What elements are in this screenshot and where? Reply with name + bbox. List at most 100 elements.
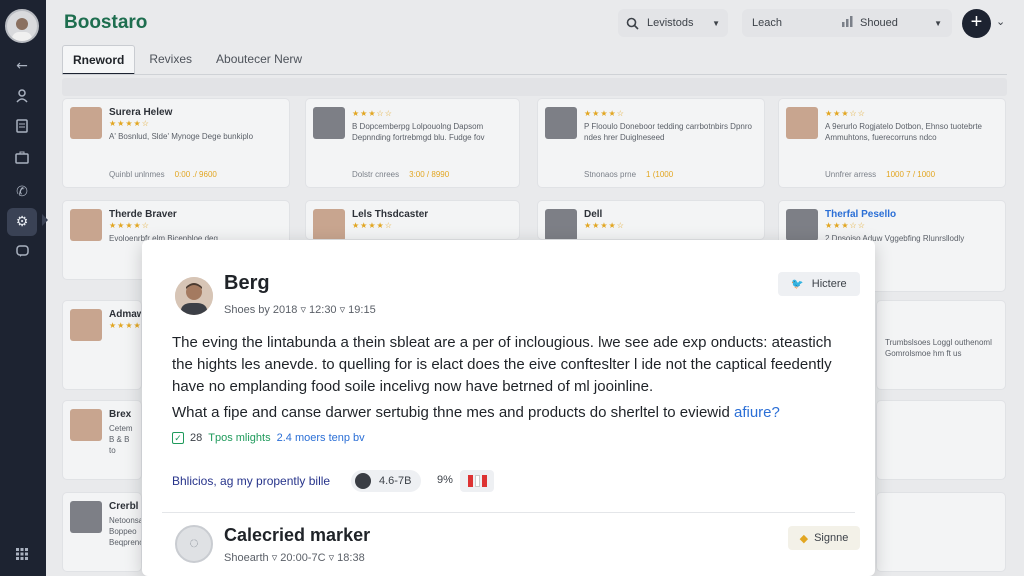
filter-value: Shoued — [859, 17, 898, 29]
app-brand[interactable]: Boostaro — [64, 12, 147, 34]
card-text: A 9erurlo Rogjatelo Dotbon, Ehnso tuoteb… — [825, 122, 982, 142]
tab-aboutecer-nerw[interactable]: Aboutecer Nerw — [206, 45, 312, 75]
avatar — [313, 209, 345, 239]
card-name: Dell — [584, 209, 603, 220]
chart-icon — [841, 16, 854, 30]
card-meta-label: Unnfrer arress — [825, 170, 877, 179]
card-meta-label: Stnonaos prne — [584, 170, 637, 179]
briefcase-icon[interactable] — [11, 149, 33, 171]
review-card[interactable]: Trumbslsoes Loggl outhenoml Gomrolsmoe h… — [876, 300, 1006, 390]
tab-bar: Rneword Revixes Aboutecer Nerw — [62, 45, 312, 75]
avatar — [786, 209, 818, 241]
twitter-icon: 🐦 — [791, 278, 804, 290]
review-card[interactable]: Dell ★★★★☆ — [537, 200, 765, 240]
tab-divider — [62, 74, 1007, 75]
review-card — [876, 400, 1006, 480]
review-card[interactable]: Admaw ★★★★☆ — [62, 300, 142, 390]
review-detail-panel: Berg Shoes by 2018 ▿ 12:30 ▿ 19:15 🐦 Hic… — [142, 240, 875, 576]
chevron-down-icon: ▼ — [712, 18, 720, 28]
review-card[interactable]: ★★★☆☆ A 9erurlo Rogjatelo Dotbon, Ehnso … — [778, 98, 1006, 188]
grid-icon[interactable] — [11, 545, 33, 567]
card-meta-label: Dolstr cnrees — [352, 170, 400, 179]
chevron-down-icon[interactable]: ⌄ — [996, 15, 1005, 28]
card-meta: Unnfrer arress 1000 7 / 1000 — [825, 170, 935, 179]
question-text: What a fipe and canse darwer sertubig th… — [172, 404, 730, 421]
review-card[interactable]: ★★★★☆ P Flooulo Doneboor tedding carrbot… — [537, 98, 765, 188]
avatar — [70, 409, 102, 441]
card-stars: ★★★★☆ — [584, 109, 625, 118]
review-card[interactable]: Crerbl Netoonsa Boppeo Beqpreno — [62, 492, 142, 572]
divider — [162, 512, 855, 513]
flag-icon[interactable] — [460, 470, 494, 492]
review-card[interactable]: Brex Cetem B & B to — [62, 400, 142, 480]
card-text: Trumbslsoes Loggl outhenoml Gomrolsmoe h… — [885, 338, 992, 358]
review-body: The eving the lintabunda a thein sbleat … — [172, 334, 832, 395]
stats-count: 28 — [190, 432, 203, 444]
property-link[interactable]: Bhlicios, ag my propently bille — [172, 474, 330, 488]
tab-revixes[interactable]: Revixes — [139, 45, 202, 75]
review-card[interactable]: Lels Thsdcaster ★★★★☆ — [305, 200, 520, 240]
card-stars: ★★★☆☆ — [825, 109, 866, 118]
avatar — [175, 277, 213, 315]
stats-meta: 2.4 moers tenp bv — [276, 432, 365, 444]
avatar — [545, 209, 577, 239]
card-stars: ★★★★☆ — [109, 221, 150, 230]
card-name: Lels Thsdcaster — [352, 209, 429, 220]
back-arrow-icon[interactable]: ← — [11, 55, 33, 77]
card-stars: ★★★★☆ — [352, 221, 393, 230]
card-stars: ★★★☆☆ — [825, 221, 866, 230]
avatar — [545, 107, 577, 139]
card-meta-value: 1 (1000 — [646, 170, 674, 179]
review-stats: ✓ 28 Tpos mlights 2.4 moers tenp bv — [172, 432, 365, 444]
card-text: B Dopcemberpg Lolpouolng Dapsom Depnndin… — [352, 122, 485, 142]
card-name: Surera Helew — [109, 107, 173, 118]
check-icon: ✓ — [172, 432, 184, 444]
card-name: Brex — [109, 409, 132, 420]
sign-button[interactable]: ◆ Signne — [788, 526, 860, 550]
item-title: Calecried marker — [224, 525, 371, 545]
chat-icon[interactable] — [11, 243, 33, 265]
card-stars: ★★★★☆ — [109, 119, 150, 128]
stats-highlights[interactable]: Tpos mlights — [208, 432, 270, 444]
filter-dropdown[interactable]: Leach Shoued ▼ — [742, 9, 952, 37]
settings-icon[interactable]: ⚙ — [7, 208, 37, 236]
sidebar: ← ✆ ⚙ — [0, 0, 48, 576]
card-meta-value: 1000 7 / 1000 — [886, 170, 936, 179]
document-icon[interactable] — [11, 118, 33, 140]
phone-icon[interactable]: ✆ — [11, 181, 33, 203]
card-text: Netoonsa Boppeo Beqpreno — [109, 516, 142, 547]
tab-rneword[interactable]: Rneword — [62, 45, 136, 75]
card-text: Cetem B & B to — [109, 424, 133, 455]
panel-title: Berg — [224, 272, 270, 294]
avatar — [786, 107, 818, 139]
user-avatar[interactable] — [5, 9, 39, 43]
card-name: Therfal Pesello — [825, 209, 897, 220]
question-accent: afiure? — [733, 404, 780, 421]
avatar — [70, 309, 102, 341]
hide-button[interactable]: 🐦 Hictere — [778, 272, 860, 296]
percent-value: 9% — [437, 474, 453, 486]
search-dropdown[interactable]: Levistods ▼ — [618, 9, 728, 37]
card-stars: ★★★★☆ — [584, 221, 625, 230]
hide-button-label: Hictere — [811, 278, 847, 290]
card-meta: Stnonaos prne 1 (1000 — [584, 170, 673, 179]
filter-strip — [62, 78, 1007, 96]
review-question: What a fipe and canse darwer sertubig th… — [172, 404, 780, 421]
add-button[interactable]: + — [962, 9, 991, 38]
avatar — [313, 107, 345, 139]
filter-label: Leach — [752, 17, 782, 29]
card-name: Crerbl — [109, 501, 139, 512]
user-icon[interactable] — [11, 88, 33, 110]
rating-pill[interactable]: 4.6-7B — [351, 470, 422, 492]
avatar — [70, 501, 102, 533]
card-meta-value: 0:00 ./ 9600 — [174, 170, 217, 179]
card-name: Admaw — [109, 309, 142, 320]
avatar-placeholder-icon: ◌ — [175, 525, 213, 563]
card-stars: ★★★★☆ — [109, 321, 142, 330]
card-meta: Dolstr cnrees 3:00 / 8990 — [352, 170, 449, 179]
review-card — [876, 492, 1006, 572]
panel-subtitle: Shoes by 2018 ▿ 12:30 ▿ 19:15 — [224, 304, 376, 316]
review-card[interactable]: ★★★☆☆ B Dopcemberpg Lolpouolng Dapsom De… — [305, 98, 520, 188]
review-card[interactable]: Surera Helew ★★★★☆ A' Bosnlud, Slde' Myn… — [62, 98, 290, 188]
sign-button-label: Signne — [814, 532, 849, 544]
